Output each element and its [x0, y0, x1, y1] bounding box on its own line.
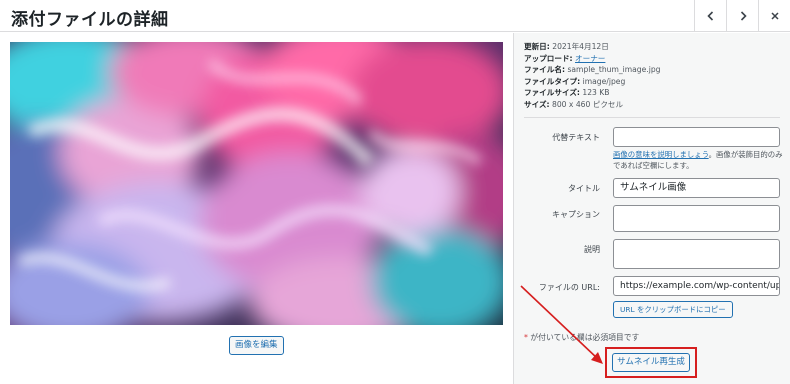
uploaded-by-row: アップロード: オーナー: [524, 53, 606, 63]
required-fields-note: * が付いている欄は必須項目です: [524, 333, 640, 342]
chevron-right-icon: [737, 10, 749, 22]
description-textarea[interactable]: [613, 239, 780, 269]
copy-url-button[interactable]: URL をクリップボードにコピー: [613, 301, 733, 318]
alt-text-label: 代替テキスト: [552, 133, 600, 142]
title-input[interactable]: サムネイル画像: [613, 178, 780, 198]
file-type-row: ファイルタイプ: image/jpeg: [524, 76, 626, 86]
close-button[interactable]: [758, 0, 790, 32]
uploaded-on-row: 更新日: 2021年4月12日: [524, 42, 609, 51]
file-details: 更新日: 2021年4月12日 アップロード: オーナー ファイル名: samp…: [524, 41, 660, 111]
file-name-row: ファイル名: sample_thum_image.jpg: [524, 65, 661, 75]
file-url-label: ファイルの URL:: [538, 283, 600, 292]
caption-textarea[interactable]: [613, 205, 780, 232]
regenerate-thumbnail-button[interactable]: サムネイル再生成: [612, 353, 690, 372]
alt-text-help-link[interactable]: 画像の意味を説明しましょう: [613, 150, 709, 159]
image-preview-pane: 画像を編集: [0, 33, 513, 384]
uploader-link[interactable]: オーナー: [575, 54, 605, 63]
chevron-left-icon: [705, 10, 717, 22]
modal-title: 添付ファイルの詳細: [11, 10, 169, 30]
attachment-image: [10, 42, 503, 325]
file-url-input[interactable]: https://example.com/wp-content/uploa: [613, 276, 780, 296]
caption-label: キャプション: [552, 210, 600, 219]
title-label: タイトル: [568, 184, 600, 193]
close-icon: [769, 10, 781, 22]
dimensions-row: サイズ: 800 x 460 ピクセル: [524, 99, 624, 109]
modal-header: 添付ファイルの詳細: [0, 0, 790, 32]
attachment-info-sidebar: 更新日: 2021年4月12日 アップロード: オーナー ファイル名: samp…: [513, 33, 790, 384]
alt-text-help: 画像の意味を説明しましょう。画像が装飾目的のみであれば空欄にします。: [613, 150, 783, 170]
divider: [524, 117, 780, 118]
edit-image-button[interactable]: 画像を編集: [229, 336, 284, 355]
alt-text-input[interactable]: [613, 127, 780, 147]
attachment-details-modal: 添付ファイルの詳細 画像を編集 更新日: 2021年4月12日 アップロード: …: [0, 0, 790, 384]
file-size-row: ファイルサイズ: 123 KB: [524, 88, 610, 98]
previous-button[interactable]: [694, 0, 726, 32]
next-button[interactable]: [726, 0, 758, 32]
description-label: 説明: [584, 245, 600, 254]
